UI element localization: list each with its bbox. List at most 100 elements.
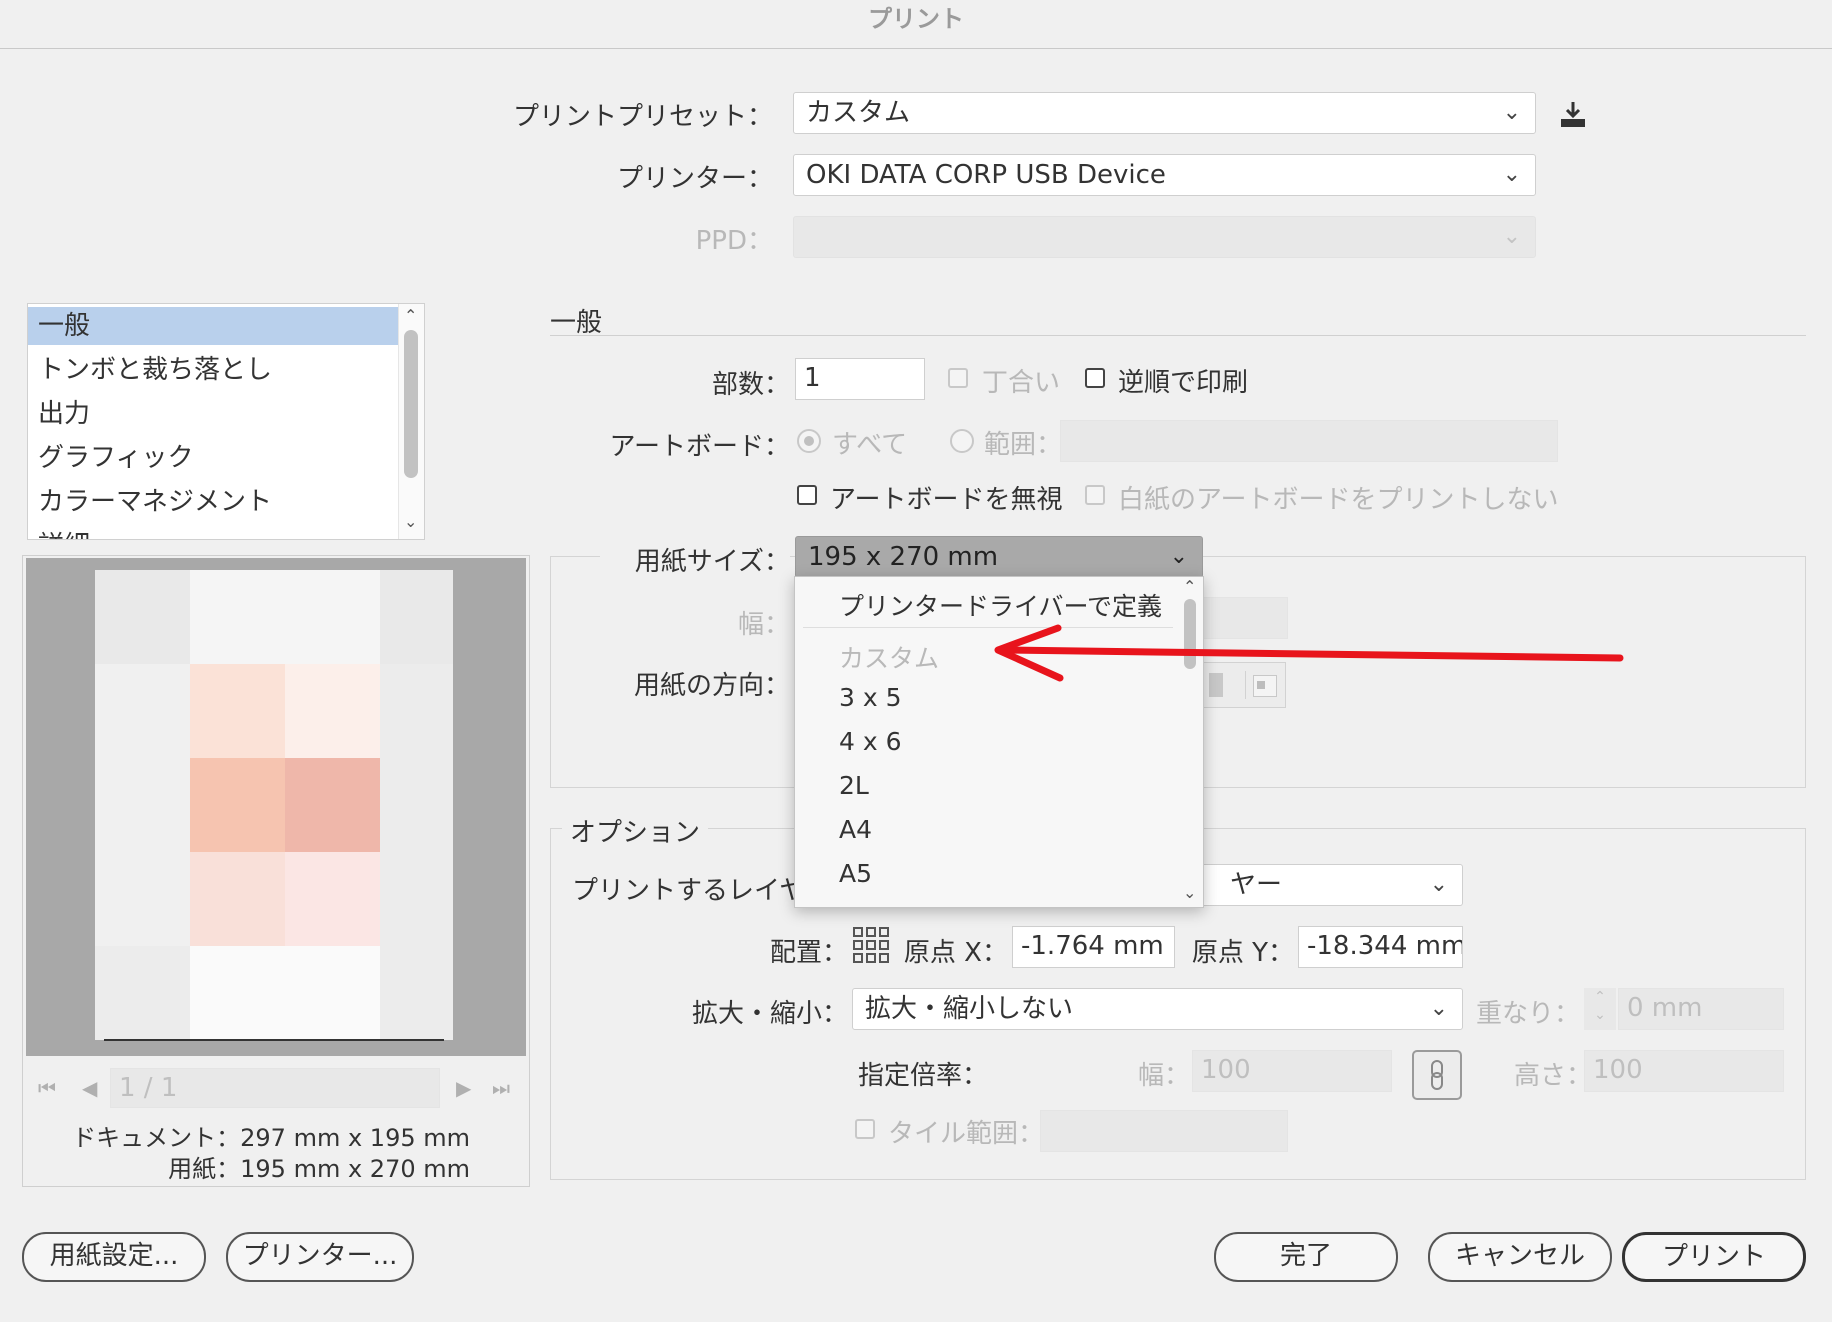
collate-checkbox: [948, 368, 968, 388]
artboard-all-radio: [797, 429, 821, 453]
orientation-label: 用紙の方向：: [633, 671, 790, 701]
paper-size-select[interactable]: 195 x 270 mm ⌄: [795, 536, 1203, 578]
category-item-general[interactable]: 一般: [28, 307, 424, 345]
artboard-range-radio: [950, 429, 974, 453]
last-page-icon[interactable]: ⏭: [492, 1076, 510, 1100]
scaling-value: 拡大・縮小しない: [865, 994, 1074, 1024]
ppd-select: ⌄: [793, 216, 1536, 258]
ignore-artboards-label[interactable]: アートボードを無視: [830, 479, 1062, 516]
link-icon: [1412, 1050, 1462, 1100]
scroll-thumb[interactable]: [404, 330, 418, 478]
menu-item-a4[interactable]: A4: [839, 815, 872, 844]
origin-y-field[interactable]: -18.344 mm: [1298, 926, 1463, 968]
chevron-down-icon: ⌄: [1502, 162, 1521, 187]
custom-scale-label: 指定倍率：: [858, 1061, 989, 1091]
overlap-field: 0 mm: [1618, 988, 1784, 1030]
artboard-range-field: [1060, 420, 1558, 462]
preview-baseline: [104, 1039, 444, 1041]
skip-blank-checkbox: [1085, 485, 1105, 505]
chevron-down-icon[interactable]: ⌄: [1183, 883, 1196, 902]
printer-button[interactable]: プリンター...: [226, 1232, 414, 1282]
menu-item-2l[interactable]: 2L: [839, 771, 869, 800]
artboard-label: アートボード：: [609, 432, 790, 462]
menu-item-4x6[interactable]: 4 x 6: [839, 727, 902, 756]
document-info: ドキュメント：297 mm x 195 mm: [72, 1124, 470, 1152]
overlap-label: 重なり：: [1475, 999, 1580, 1029]
options-heading: オプション: [562, 812, 709, 849]
paper-width-label: 幅：: [737, 610, 790, 640]
artboard-range-label: 範囲：: [984, 430, 1063, 460]
artboard-all-label: すべて: [832, 430, 908, 460]
tile-range-checkbox: [855, 1119, 875, 1139]
preset-select[interactable]: カスタム ⌄: [793, 92, 1536, 134]
preview-page: [95, 570, 453, 1040]
origin-y-label: 原点 Y：: [1191, 938, 1294, 968]
placement-label: 配置：: [769, 938, 848, 968]
chevron-down-icon: ⌄: [1429, 872, 1448, 897]
chevron-up-icon[interactable]: ⌃: [1183, 577, 1196, 596]
category-scrollbar[interactable]: ⌃ ⌄: [398, 304, 424, 539]
prev-page-icon[interactable]: ◀: [82, 1076, 97, 1100]
printer-label: プリンター：: [616, 164, 773, 194]
tile-range-label: タイル範囲：: [888, 1119, 1045, 1149]
placement-grid-icon[interactable]: [852, 926, 890, 964]
scaling-select[interactable]: 拡大・縮小しない ⌄: [852, 988, 1463, 1030]
window-title: プリント: [0, 0, 1832, 49]
category-item-color-management[interactable]: カラーマネジメント: [28, 483, 424, 521]
printer-select[interactable]: OKI DATA CORP USB Device ⌄: [793, 154, 1536, 196]
page-number-field: 1 / 1: [110, 1068, 440, 1108]
reverse-order-label[interactable]: 逆順で印刷: [1118, 362, 1248, 399]
chevron-up-icon[interactable]: ⌃: [404, 306, 417, 325]
section-heading-general: 一般: [550, 308, 603, 338]
tile-range-field: [1040, 1110, 1288, 1152]
chevron-down-icon: ⌄: [1429, 996, 1448, 1021]
category-list[interactable]: 一般 トンボと裁ち落とし 出力 グラフィック カラーマネジメント 詳細 ⌃ ⌄: [27, 303, 425, 540]
printer-value: OKI DATA CORP USB Device: [806, 160, 1166, 190]
overlap-stepper: ⌃ ⌄: [1584, 988, 1616, 1030]
preview-canvas: [26, 558, 526, 1056]
scale-height-label: 高さ：: [1513, 1061, 1592, 1091]
reverse-order-checkbox[interactable]: [1085, 368, 1105, 388]
category-item-marks-bleed[interactable]: トンボと裁ち落とし: [28, 351, 424, 389]
paper-size-value: 195 x 270 mm: [808, 542, 999, 572]
layers-select[interactable]: ヤー ⌄: [1198, 864, 1463, 906]
ppd-label: PPD：: [695, 226, 773, 256]
first-page-icon[interactable]: ⏮: [38, 1076, 56, 1100]
scaling-label: 拡大・縮小：: [691, 999, 848, 1029]
download-icon[interactable]: [1558, 100, 1588, 130]
paper-info: 用紙：195 mm x 270 mm: [168, 1155, 470, 1183]
chevron-down-icon: ⌄: [1502, 100, 1521, 125]
copies-label: 部数：: [711, 370, 790, 400]
paper-size-label: 用紙サイズ：: [600, 541, 790, 578]
category-item-graphics[interactable]: グラフィック: [28, 439, 424, 477]
layers-value: ヤー: [1230, 870, 1283, 900]
next-page-icon[interactable]: ▶: [456, 1076, 471, 1100]
scale-width-field: 100: [1192, 1050, 1392, 1092]
page-setup-button[interactable]: 用紙設定...: [22, 1232, 206, 1282]
menu-item-driver-defined[interactable]: プリンタードライバーで定義: [839, 587, 1162, 623]
scale-height-field: 100: [1584, 1050, 1784, 1092]
preset-label: プリントプリセット：: [512, 102, 773, 132]
done-button[interactable]: 完了: [1214, 1232, 1398, 1282]
menu-item-a5[interactable]: A5: [839, 859, 872, 888]
copies-field[interactable]: 1: [795, 358, 925, 400]
preset-value: カスタム: [806, 98, 911, 128]
chevron-down-icon: ⌄: [1169, 544, 1188, 569]
menu-item-3x5[interactable]: 3 x 5: [839, 683, 902, 712]
menu-item-custom: カスタム: [839, 644, 940, 673]
section-divider: [550, 335, 1806, 336]
print-button[interactable]: プリント: [1622, 1232, 1806, 1282]
collate-label: 丁合い: [982, 368, 1061, 398]
ignore-artboards-checkbox[interactable]: [797, 485, 817, 505]
scale-width-label: 幅：: [1137, 1061, 1190, 1091]
layers-label: プリントするレイヤ: [572, 876, 806, 906]
cancel-button[interactable]: キャンセル: [1428, 1232, 1612, 1282]
category-item-advanced[interactable]: 詳細: [28, 527, 424, 539]
annotation-arrow: [994, 624, 1624, 682]
skip-blank-label: 白紙のアートボードをプリントしない: [1118, 485, 1559, 515]
origin-x-label: 原点 X：: [903, 938, 1008, 968]
category-item-output[interactable]: 出力: [28, 395, 424, 433]
origin-x-field[interactable]: -1.764 mm: [1012, 926, 1175, 968]
chevron-down-icon: ⌄: [1502, 224, 1521, 249]
chevron-down-icon[interactable]: ⌄: [404, 512, 417, 531]
